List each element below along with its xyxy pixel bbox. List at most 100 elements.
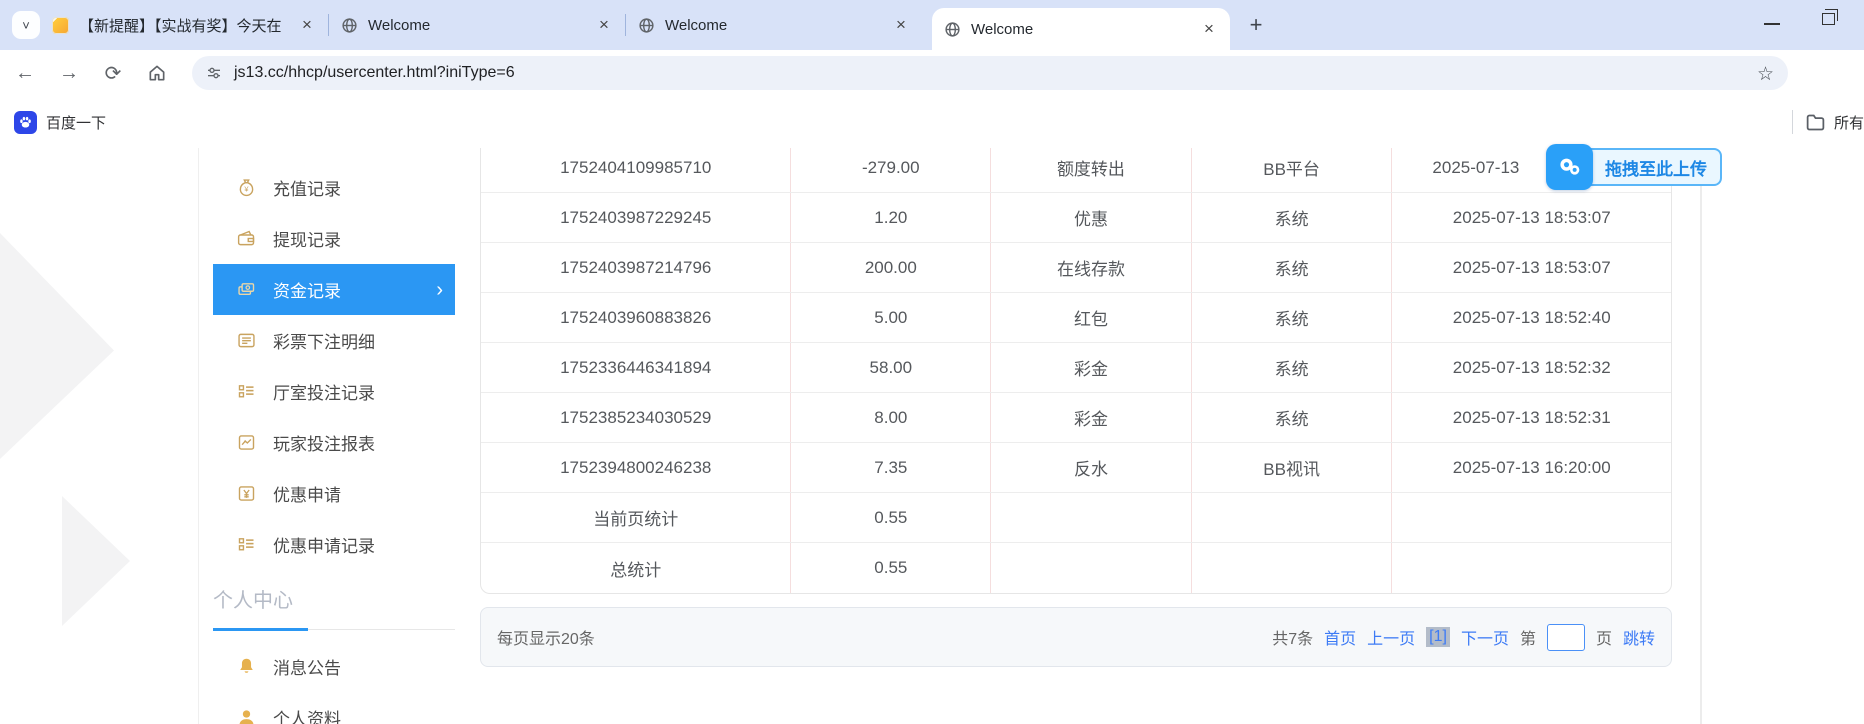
tab-welcome-active[interactable]: Welcome ×: [932, 8, 1230, 50]
sidebar-item-lottery-bet-details[interactable]: 彩票下注明细: [213, 315, 455, 366]
netdisk-logo-icon[interactable]: [1546, 144, 1593, 190]
sidebar-item-player-bet-report[interactable]: 玩家投注报表: [213, 417, 455, 468]
drag-upload-overlay[interactable]: 拖拽至此上传: [1546, 144, 1722, 190]
sidebar-item-message-announcements[interactable]: 消息公告: [213, 641, 455, 692]
jump-suffix-label: 页: [1595, 631, 1612, 648]
tab-welcome-1[interactable]: Welcome ×: [329, 0, 625, 50]
coupon-icon: [235, 483, 257, 505]
tab-close-icon[interactable]: ×: [890, 14, 912, 36]
sidebar-item-withdraw-records[interactable]: 提现记录: [213, 213, 455, 264]
sidebar-item-label: 彩票下注明细: [273, 333, 375, 352]
background-decoration: [62, 496, 130, 626]
cell-source: 系统: [1190, 243, 1392, 292]
tab-welcome-2[interactable]: Welcome ×: [626, 0, 922, 50]
tab-title: 【新提醒】【实战有奖】今天在: [79, 17, 282, 35]
all-bookmarks-button[interactable]: 所有: [1791, 107, 1864, 137]
forward-icon: →: [59, 61, 79, 84]
sidebar-item-hall-bet-records[interactable]: 厅室投注记录: [213, 366, 455, 417]
background-decoration: [0, 233, 114, 459]
bookmark-baidu[interactable]: 百度一下: [14, 107, 106, 137]
bell-icon: [235, 656, 257, 678]
wallet-icon: [235, 228, 257, 250]
drag-upload-label[interactable]: 拖拽至此上传: [1583, 148, 1722, 186]
table-row: 1752403987214796 200.00 在线存款 系统 2025-07-…: [481, 243, 1671, 293]
jump-button[interactable]: 跳转: [1623, 625, 1655, 649]
browser-toolbar: ← → ⟳ js13.cc/hhcp/usercenter.html?iniTy…: [0, 50, 1864, 135]
globe-icon: [639, 17, 654, 33]
sidebar-item-promo-apply-records[interactable]: 优惠申请记录: [213, 519, 455, 570]
cell-source: [1190, 543, 1392, 593]
table-row: 1752403960883826 5.00 红包 系统 2025-07-13 1…: [481, 293, 1671, 343]
page-size-text: 每页显示20条: [497, 631, 595, 648]
folder-icon: [1806, 114, 1825, 130]
cell-amount: 8.00: [790, 393, 990, 442]
back-button[interactable]: ←: [6, 54, 44, 92]
sidebar-item-fund-records[interactable]: 资金记录 ›: [213, 264, 455, 315]
tab-forum[interactable]: 【新提醒】【实战有奖】今天在 ×: [40, 0, 328, 50]
cell-amount: 0.55: [790, 493, 990, 542]
home-icon: [149, 65, 165, 81]
forward-button[interactable]: →: [50, 54, 88, 92]
cell-type: 彩金: [990, 393, 1191, 442]
grid-list-icon: [235, 534, 257, 556]
cell-time: 2025-07-13 18:52:40: [1391, 293, 1671, 342]
cell-type: 反水: [990, 443, 1191, 492]
reload-button[interactable]: ⟳: [94, 54, 132, 92]
cell-type: 额度转出: [990, 148, 1191, 192]
address-bar[interactable]: js13.cc/hhcp/usercenter.html?iniType=6 ☆: [192, 56, 1788, 90]
chevron-down-icon: ˅: [22, 17, 30, 33]
prev-page-link[interactable]: 上一页: [1367, 625, 1415, 649]
cell-source: 系统: [1190, 393, 1392, 442]
all-bookmarks-label: 所有: [1833, 114, 1864, 132]
cell-order-no: 1752404109985710: [560, 157, 712, 177]
page-jump-input[interactable]: [1546, 623, 1585, 651]
reload-icon: ⟳: [104, 62, 122, 85]
cell-type: 优惠: [990, 193, 1191, 242]
site-settings-icon[interactable]: [206, 65, 222, 81]
bookmark-label: 百度一下: [46, 114, 107, 132]
total-count-text: 共7条: [1272, 631, 1314, 648]
grid-list-icon: [235, 381, 257, 403]
doc-list-icon: [235, 330, 257, 352]
sidebar-item-promo-apply[interactable]: 优惠申请: [213, 468, 455, 519]
content-scrollbar[interactable]: [1700, 148, 1702, 724]
cash-icon: [235, 279, 257, 301]
cell-amount: 58.00: [790, 343, 990, 392]
tab-close-icon[interactable]: ×: [593, 14, 615, 36]
cell-type: 彩金: [990, 343, 1191, 392]
new-tab-button[interactable]: +: [1242, 11, 1270, 39]
cell-time: 2025-07-13 18:53:07: [1391, 243, 1671, 292]
sidebar-item-recharge-records[interactable]: ¥ 充值记录: [213, 162, 455, 213]
cell-order-no: 1752336446341894: [560, 357, 712, 377]
home-button[interactable]: [138, 54, 176, 92]
window-minimize-button[interactable]: [1764, 23, 1780, 25]
sidebar-item-personal-profile[interactable]: 个人资料: [213, 692, 455, 724]
bookmarks-bar: 百度一下 所有: [0, 96, 1864, 148]
cell-source: BB平台: [1190, 148, 1392, 192]
table-row: 1752403987229245 1.20 优惠 系统 2025-07-13 1…: [481, 193, 1671, 243]
cell-type: [990, 543, 1191, 593]
tab-close-icon[interactable]: ×: [1198, 18, 1220, 40]
tab-title: Welcome: [665, 16, 728, 34]
cell-amount: 1.20: [790, 193, 990, 242]
next-page-link[interactable]: 下一页: [1461, 625, 1509, 649]
cell-order-no: 1752403987229245: [560, 207, 712, 227]
cell-time: 2025-07-13 18:52:32: [1391, 343, 1671, 392]
fund-records-table: 1752404109985710 -279.00 额度转出 BB平台 2025-…: [480, 148, 1672, 594]
tab-search-chevron-button[interactable]: ˅: [12, 11, 40, 39]
sidebar-border: [198, 148, 199, 724]
tab-title: Welcome: [368, 16, 431, 34]
tab-close-icon[interactable]: ×: [296, 14, 318, 36]
cell-amount: 200.00: [790, 243, 990, 292]
bookmark-star-icon[interactable]: ☆: [1757, 63, 1774, 86]
table-row: 1752394800246238 7.35 反水 BB视讯 2025-07-13…: [481, 443, 1671, 493]
table-row: 1752336446341894 58.00 彩金 系统 2025-07-13 …: [481, 343, 1671, 393]
chart-icon: [235, 432, 257, 454]
first-page-link[interactable]: 首页: [1324, 625, 1356, 649]
table-row: 1752404109985710 -279.00 额度转出 BB平台 2025-…: [481, 148, 1671, 193]
sidebar-item-label: 提现记录: [273, 231, 341, 250]
cell-source: 系统: [1190, 343, 1392, 392]
cell-time: 2025-07-13 16:20:00: [1391, 443, 1671, 492]
window-restore-button[interactable]: [1822, 9, 1838, 25]
sidebar-item-label: 玩家投注报表: [273, 435, 375, 454]
